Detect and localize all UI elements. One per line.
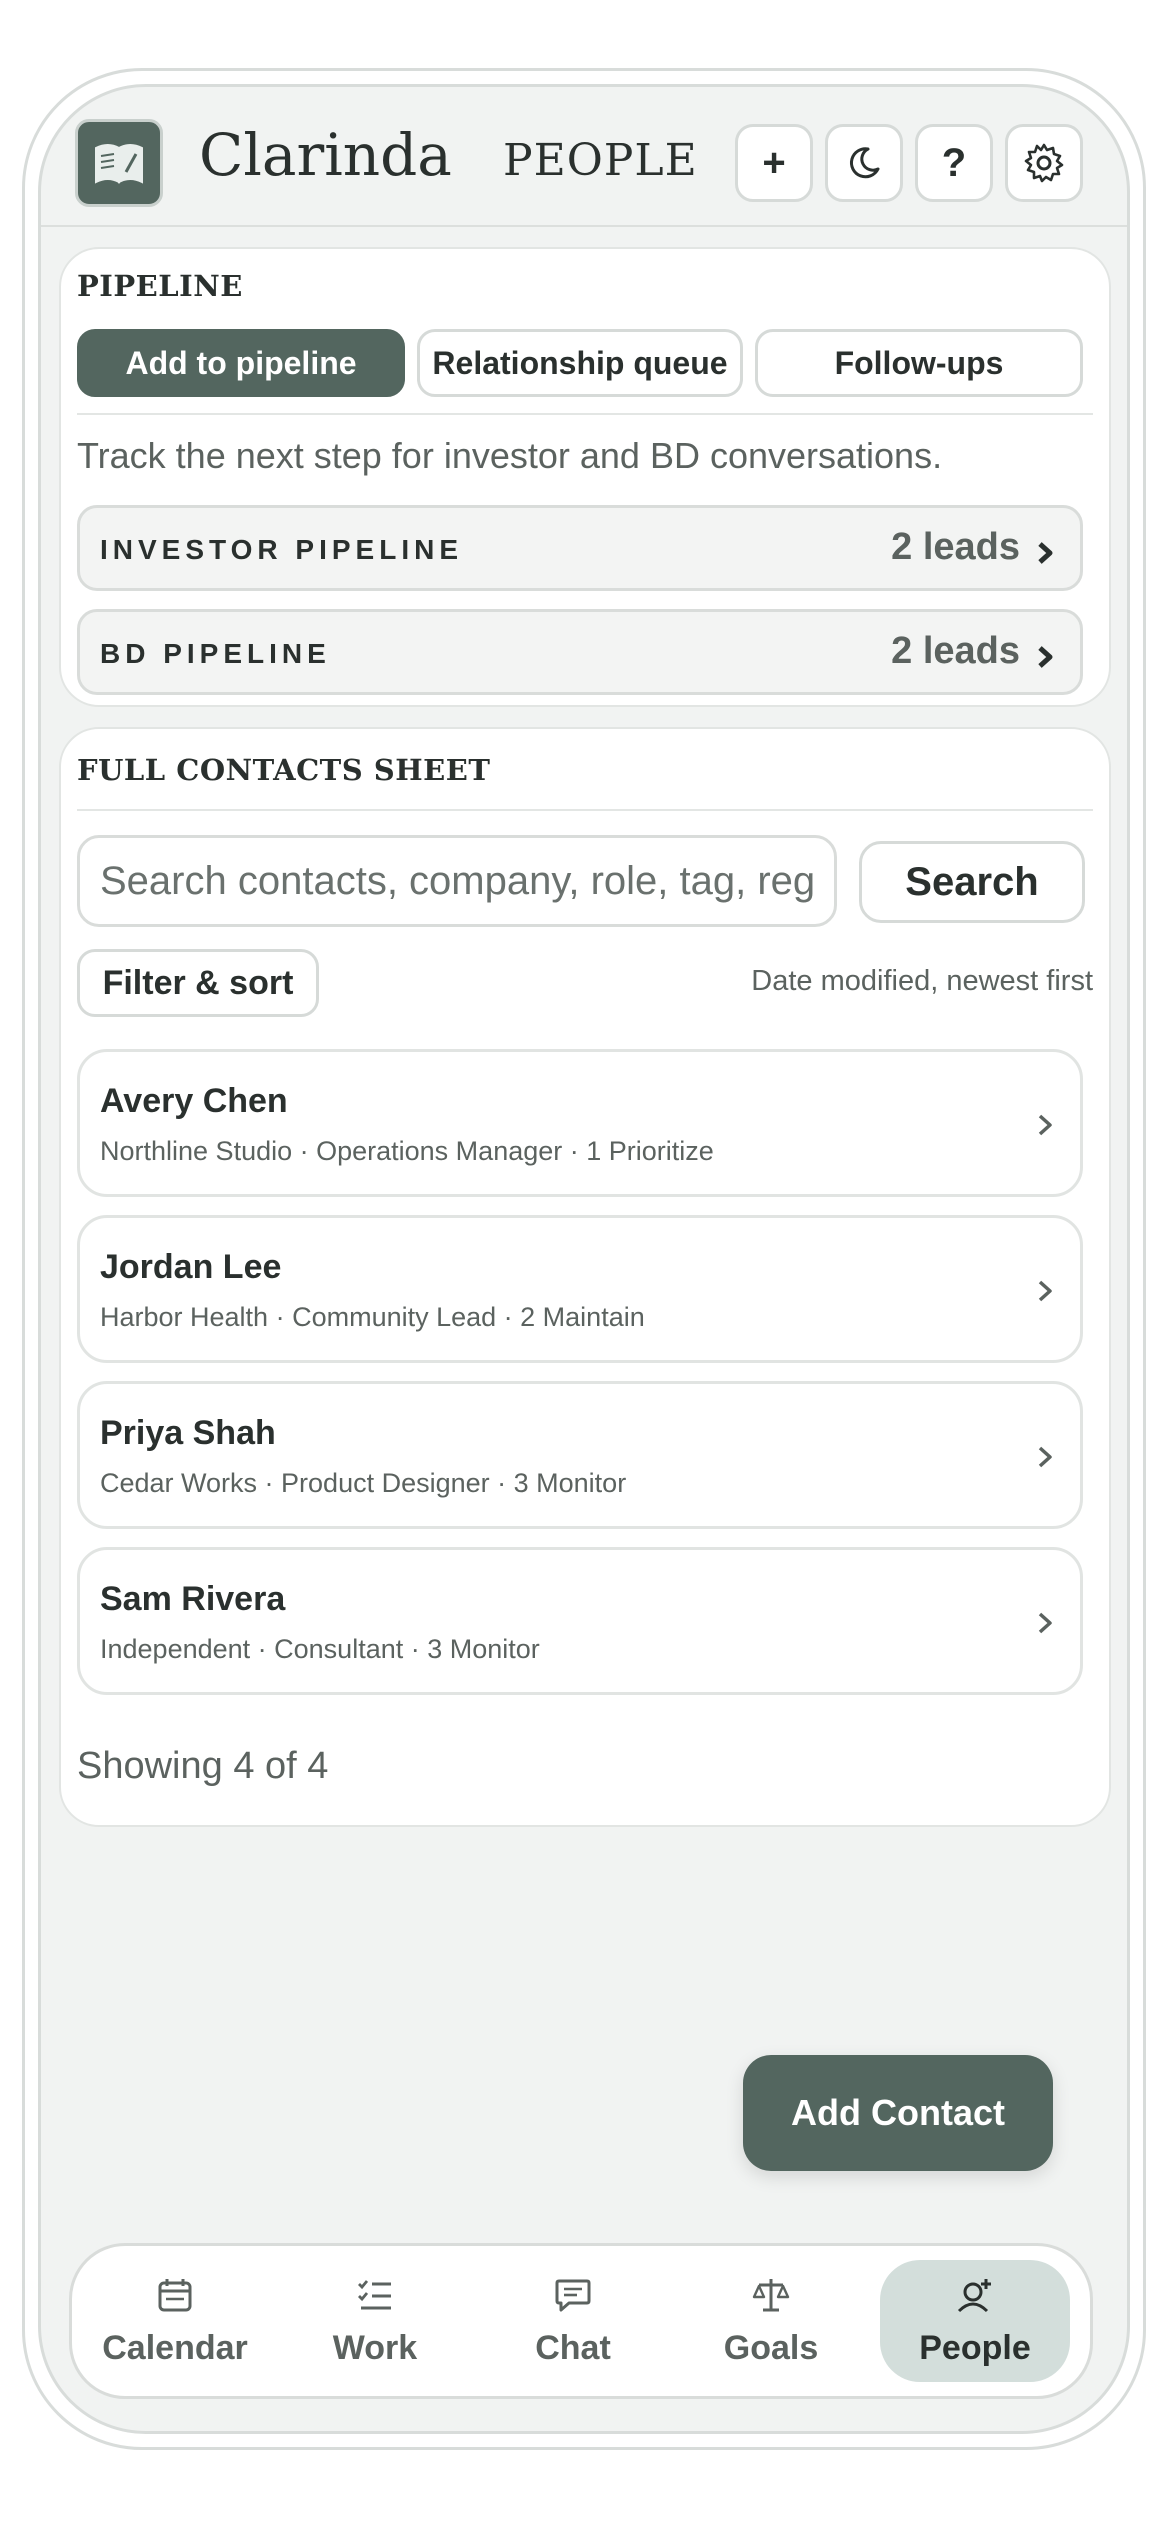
add-to-pipeline-button[interactable]: Add to pipeline (77, 329, 405, 397)
pipeline-card: PIPELINE Add to pipeline Relationship qu… (59, 247, 1111, 707)
contact-meta: Harbor Health · Community Lead · 2 Maint… (100, 1302, 645, 1332)
divider (77, 413, 1093, 415)
add-contact-button[interactable]: Add Contact (743, 2055, 1053, 2171)
contact-name: Priya Shah (100, 1414, 276, 1452)
tab-chat[interactable]: Chat (478, 2260, 668, 2382)
tab-label: Work (332, 2328, 418, 2367)
chevron-right-icon (1038, 1612, 1052, 1634)
investor-pipeline-row[interactable]: INVESTOR PIPELINE 2 leads (77, 505, 1083, 591)
add-button[interactable]: + (735, 124, 813, 202)
chat-icon (555, 2279, 591, 2311)
settings-button[interactable] (1005, 124, 1083, 202)
contact-name: Avery Chen (100, 1082, 288, 1120)
gear-icon (1024, 143, 1064, 183)
tab-label: Goals (723, 2328, 819, 2367)
contact-name: Sam Rivera (100, 1580, 286, 1618)
section-title: PEOPLE (503, 135, 698, 186)
chevron-right-icon (1038, 1446, 1052, 1468)
tab-calendar[interactable]: Calendar (80, 2260, 270, 2382)
pipeline-row-count: 2 leads (891, 526, 1020, 568)
chevron-right-icon (1038, 1114, 1052, 1136)
contacts-card: FULL CONTACTS SHEET Search Filter & sort… (59, 727, 1111, 1827)
contact-row[interactable]: Avery Chen Northline Studio · Operations… (77, 1049, 1083, 1197)
search-input[interactable] (77, 835, 837, 927)
tab-label: Chat (535, 2328, 611, 2367)
chevron-right-icon (1038, 542, 1053, 564)
tab-people[interactable]: People (880, 2260, 1070, 2382)
pipeline-hint: Track the next step for investor and BD … (77, 435, 943, 476)
pipeline-row-label: INVESTOR PIPELINE (100, 534, 463, 565)
plus-icon: + (762, 140, 786, 185)
follow-ups-button[interactable]: Follow-ups (755, 329, 1083, 397)
bottom-tab-bar: Calendar Work Chat Goals People (69, 2243, 1093, 2399)
contact-row[interactable]: Jordan Lee Harbor Health · Community Lea… (77, 1215, 1083, 1363)
relationship-queue-button[interactable]: Relationship queue (417, 329, 743, 397)
bd-pipeline-row[interactable]: BD PIPELINE 2 leads (77, 609, 1083, 695)
book-logo-icon (75, 119, 163, 207)
tab-label: Calendar (102, 2328, 248, 2367)
pipeline-row-count: 2 leads (891, 630, 1020, 672)
tab-work[interactable]: Work (280, 2260, 470, 2382)
contact-row[interactable]: Sam Rivera Independent · Consultant · 3 … (77, 1547, 1083, 1695)
contact-row[interactable]: Priya Shah Cedar Works · Product Designe… (77, 1381, 1083, 1529)
contact-meta: Cedar Works · Product Designer · 3 Monit… (100, 1468, 627, 1498)
tab-goals[interactable]: Goals (676, 2260, 866, 2382)
pipeline-row-label: BD PIPELINE (100, 638, 331, 669)
sort-label: Date modified, newest first (751, 965, 1093, 997)
contact-name: Jordan Lee (100, 1248, 282, 1286)
dark-mode-button[interactable] (825, 124, 903, 202)
scale-icon (752, 2278, 790, 2311)
contact-meta: Independent · Consultant · 3 Monitor (100, 1634, 540, 1664)
app-title: Clarinda (199, 121, 452, 189)
moon-icon (849, 147, 880, 179)
checklist-icon (358, 2279, 391, 2309)
tab-label: People (919, 2328, 1031, 2367)
filter-sort-button[interactable]: Filter & sort (77, 949, 319, 1017)
contacts-heading: FULL CONTACTS SHEET (77, 753, 491, 787)
pipeline-heading: PIPELINE (77, 269, 243, 303)
help-button[interactable]: ? (915, 124, 993, 202)
search-button[interactable]: Search (859, 841, 1085, 923)
chevron-right-icon (1038, 1280, 1052, 1302)
help-icon: ? (941, 140, 967, 185)
app-screen: Clarinda PEOPLE + ? PIPELINE Add to pipe… (38, 84, 1130, 2434)
person-add-icon (957, 2278, 991, 2312)
divider (77, 809, 1093, 811)
chevron-right-icon (1038, 646, 1053, 668)
calendar-icon (158, 2278, 192, 2311)
contact-meta: Northline Studio · Operations Manager · … (100, 1136, 714, 1166)
results-count: Showing 4 of 4 (77, 1745, 329, 1787)
app-header: Clarinda PEOPLE + ? (41, 87, 1127, 227)
